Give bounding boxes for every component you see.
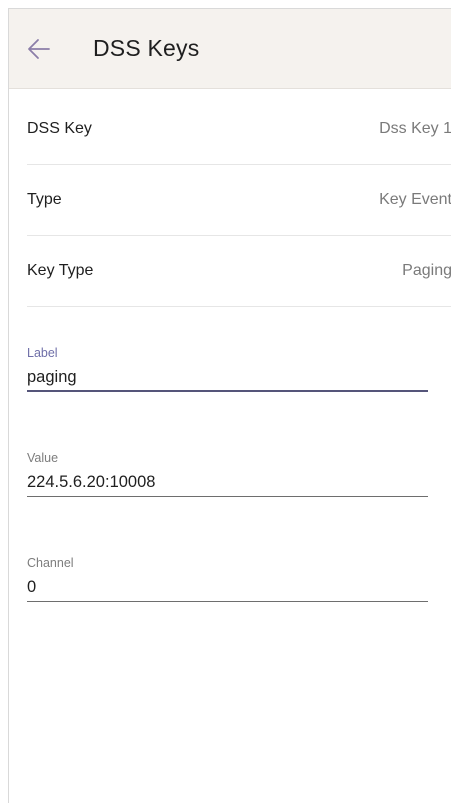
- key-type-value: Paging: [402, 262, 451, 279]
- value-input[interactable]: [27, 471, 428, 497]
- channel-field-caption: Channel: [27, 556, 74, 570]
- value-field-caption: Value: [27, 451, 59, 465]
- channel-input[interactable]: [27, 576, 428, 602]
- label-field-caption: Label: [27, 346, 58, 360]
- key-type-label: Key Type: [27, 262, 94, 279]
- back-button[interactable]: [23, 33, 55, 65]
- dss-key-value: Dss Key 1: [379, 120, 451, 137]
- type-value: Key Event: [379, 191, 451, 208]
- type-row[interactable]: Type Key Event: [27, 166, 451, 236]
- dss-key-row[interactable]: DSS Key Dss Key 1: [27, 95, 451, 165]
- dss-key-label: DSS Key: [27, 120, 92, 137]
- app-bar: DSS Keys: [9, 9, 451, 89]
- key-type-row[interactable]: Key Type Paging: [27, 237, 451, 307]
- arrow-back-icon: [23, 33, 55, 65]
- dss-keys-screen: DSS Keys DSS Key Dss Key 1 Type Key Even…: [8, 8, 451, 803]
- type-label: Type: [27, 191, 62, 208]
- page-title: DSS Keys: [93, 35, 200, 61]
- label-input[interactable]: [27, 366, 428, 392]
